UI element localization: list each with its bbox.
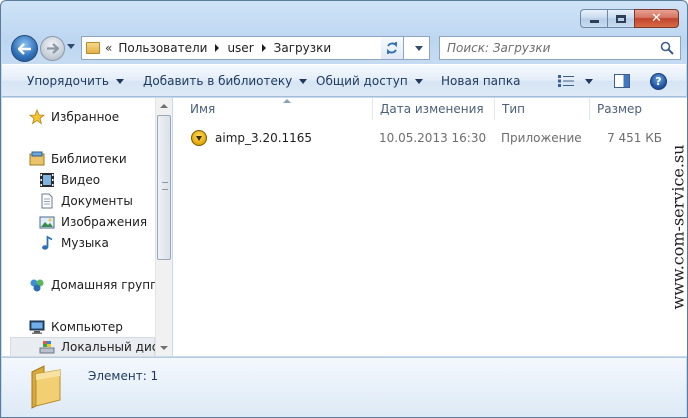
search-box[interactable]: Поиск: Загрузки	[439, 36, 681, 60]
sidebar-item-homegroup[interactable]: Домашняя группа	[29, 275, 165, 295]
command-bar: Упорядочить Добавить в библиотеку Общий …	[2, 64, 686, 97]
sidebar-item-video[interactable]: Видео	[39, 170, 100, 190]
new-folder-label: Новая папка	[441, 74, 521, 88]
share-label: Общий доступ	[316, 74, 408, 88]
organize-button[interactable]: Упорядочить	[27, 65, 124, 97]
breadcrumb-separator-icon[interactable]	[215, 44, 220, 52]
overflow-chevron-icon[interactable]: «	[105, 41, 112, 55]
scroll-down-icon[interactable]	[160, 346, 168, 350]
address-bar[interactable]: « Пользователи user Загрузки	[81, 36, 430, 60]
column-header-type[interactable]: Тип	[495, 98, 590, 120]
file-name: aimp_3.20.1165	[215, 131, 313, 145]
sidebar-item-computer[interactable]: Компьютер	[29, 317, 123, 337]
sidebar-item-music[interactable]: Музыка	[39, 233, 109, 253]
file-list: Имя Дата изменения Тип Размер aimp_3.20.…	[173, 98, 668, 356]
close-button[interactable]: ✕	[634, 9, 679, 28]
libraries-icon	[29, 151, 45, 166]
navigation-bar: « Пользователи user Загрузки Поиск: Загр…	[9, 35, 681, 62]
search-icon[interactable]	[660, 41, 674, 55]
music-note-icon	[42, 235, 53, 250]
add-to-library-button[interactable]: Добавить в библиотеку	[143, 65, 308, 97]
chevron-down-icon	[414, 78, 423, 84]
scroll-up-icon[interactable]	[160, 104, 168, 108]
column-header-label: Размер	[597, 102, 643, 116]
sidebar-item-label: Видео	[61, 173, 101, 187]
refresh-icon	[387, 42, 397, 54]
sidebar-item-local-disk[interactable]: Локальный диск	[10, 337, 166, 357]
column-header-date[interactable]: Дата изменения	[373, 98, 495, 120]
sidebar-item-label: Локальный диск	[61, 340, 166, 354]
file-type: Приложение	[501, 131, 582, 145]
document-icon	[41, 193, 53, 209]
sort-ascending-icon	[283, 99, 291, 103]
sidebar-item-label: Музыка	[61, 236, 109, 250]
minimize-button[interactable]	[580, 9, 607, 28]
sidebar-item-label: Документы	[61, 194, 133, 208]
close-icon: ✕	[651, 11, 662, 26]
column-header-name[interactable]: Имя	[183, 98, 373, 120]
sidebar-item-label: Изображения	[61, 215, 148, 229]
explorer-window: ✕ « Пользователи user Загрузки Поиск: За…	[0, 0, 688, 418]
file-row[interactable]: aimp_3.20.1165 10.05.2013 16:30 Приложен…	[191, 128, 671, 148]
grip-icon	[162, 182, 168, 190]
video-icon	[40, 173, 54, 187]
forward-arrow-icon	[47, 43, 59, 54]
breadcrumb-separator-icon[interactable]	[261, 44, 266, 52]
caption-buttons: ✕	[580, 9, 679, 28]
share-button[interactable]: Общий доступ	[316, 65, 423, 97]
address-history-dropdown[interactable]	[415, 46, 423, 51]
sidebar-item-label: Домашняя группа	[51, 278, 166, 292]
chevron-down-icon	[115, 78, 124, 84]
computer-icon	[29, 320, 45, 334]
back-arrow-icon	[17, 42, 31, 55]
navigation-pane: Избранное Библиотеки Видео Документы Изо…	[2, 98, 172, 357]
organize-label: Упорядочить	[27, 74, 109, 88]
aimp-installer-icon	[191, 130, 207, 146]
refresh-button[interactable]	[381, 36, 404, 60]
watermark: www.com-service.su	[668, 98, 688, 356]
sidebar-item-images[interactable]: Изображения	[39, 212, 147, 232]
help-icon[interactable]: ?	[650, 73, 667, 90]
new-folder-button[interactable]: Новая папка	[441, 65, 520, 97]
column-header-label: Дата изменения	[380, 102, 484, 116]
local-disk-icon	[39, 341, 55, 354]
add-to-library-label: Добавить в библиотеку	[143, 74, 293, 88]
view-options-dropdown[interactable]	[585, 79, 593, 84]
search-input[interactable]: Поиск: Загрузки	[447, 41, 550, 55]
chevron-down-icon	[299, 78, 308, 84]
homegroup-icon	[30, 279, 44, 292]
file-date: 10.05.2013 16:30	[379, 131, 487, 145]
watermark-text: www.com-service.su	[668, 144, 688, 310]
preview-pane-icon[interactable]	[614, 74, 630, 88]
forward-button[interactable]	[40, 36, 65, 61]
file-name-cell[interactable]: aimp_3.20.1165	[191, 128, 312, 148]
item-count-status: Элемент: 1	[88, 369, 159, 383]
minimize-icon	[589, 20, 599, 23]
maximize-button[interactable]	[607, 9, 634, 28]
sidebar-item-label: Библиотеки	[51, 152, 127, 166]
details-pane: Элемент: 1	[2, 357, 686, 417]
maximize-icon	[616, 14, 626, 23]
image-icon	[39, 216, 55, 229]
star-icon	[29, 109, 45, 125]
column-header-size[interactable]: Размер	[590, 98, 668, 120]
breadcrumb-user[interactable]: user	[227, 41, 253, 55]
column-header-label: Тип	[502, 102, 525, 116]
breadcrumb-users[interactable]: Пользователи	[118, 41, 207, 55]
recent-pages-dropdown[interactable]	[67, 44, 75, 49]
folder-icon	[31, 365, 61, 409]
scrollbar-thumb[interactable]	[157, 115, 171, 260]
sidebar-item-label: Избранное	[51, 110, 120, 124]
file-size: 7 451 КБ	[607, 131, 662, 145]
sidebar-item-documents[interactable]: Документы	[39, 191, 133, 211]
breadcrumb-downloads[interactable]: Загрузки	[274, 41, 332, 55]
back-button[interactable]	[11, 35, 38, 62]
navigation-scrollbar[interactable]	[155, 98, 172, 356]
sidebar-item-favorites[interactable]: Избранное	[29, 107, 119, 127]
folder-icon	[86, 42, 100, 54]
column-header-label: Имя	[190, 102, 216, 116]
view-options-icon[interactable]	[558, 75, 574, 87]
sidebar-item-libraries[interactable]: Библиотеки	[29, 149, 127, 169]
sidebar-item-label: Компьютер	[51, 320, 123, 334]
